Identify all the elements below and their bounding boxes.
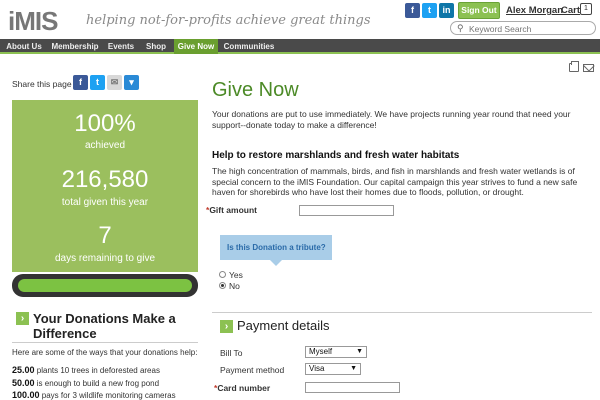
chevron-down-icon: ▼ (356, 348, 363, 355)
share-more-icon[interactable]: ▾ (124, 75, 139, 90)
print-icon[interactable] (569, 61, 579, 72)
difference-heading-text: Your Donations Make a Difference (33, 311, 176, 341)
impact-text: plants 10 trees in deforested areas (36, 366, 160, 375)
user-name-link[interactable]: Alex Morgan (506, 5, 563, 16)
divider (212, 312, 592, 313)
payment-method-select[interactable]: Visa ▼ (305, 363, 361, 375)
days-remaining-label: days remaining to give (54, 253, 156, 264)
tribute-no-label[interactable]: No (229, 281, 240, 291)
logo-text: iMIS (8, 6, 58, 36)
payment-heading: › Payment details (220, 318, 330, 334)
impact-item: 100.00 pays for 3 wildlife monitoring ca… (12, 390, 176, 400)
bill-to-value: Myself (309, 347, 333, 356)
gift-amount-label: *Gift amount (206, 205, 257, 215)
nav-give-now[interactable]: Give Now (174, 39, 218, 54)
keyword-search[interactable]: ⚲ (450, 21, 596, 35)
keyword-search-input[interactable] (469, 23, 589, 34)
site-header: iMIS helping not-for-profits achieve gre… (0, 0, 600, 38)
nav-about-us[interactable]: About Us (2, 39, 46, 54)
chevron-right-icon: › (220, 320, 233, 334)
card-number-input[interactable] (305, 382, 400, 393)
payment-method-value: Visa (309, 364, 325, 373)
tribute-question-callout: Is this Donation a tribute? (220, 235, 332, 266)
divider (12, 342, 198, 343)
nav-events[interactable]: Events (104, 39, 138, 54)
search-icon[interactable]: ⚲ (457, 23, 464, 34)
percent-achieved-label: achieved (84, 140, 126, 151)
site-tagline: helping not-for-profits achieve great th… (86, 13, 371, 28)
cart-icon[interactable]: 1 (580, 3, 592, 15)
campaign-description: The high concentration of mammals, birds… (212, 166, 578, 197)
tribute-no-radio[interactable] (219, 282, 226, 289)
email-page-icon[interactable] (583, 64, 594, 72)
share-facebook-icon[interactable]: f (73, 75, 88, 90)
impact-item: 50.00 is enough to build a new frog pond (12, 378, 159, 388)
sign-out-button[interactable]: Sign Out (458, 2, 500, 19)
tribute-yes-label[interactable]: Yes (229, 270, 243, 280)
impact-amount: 100.00 (12, 390, 40, 400)
goal-progress-fill (18, 279, 192, 292)
difference-heading: › Your Donations Make a Difference (16, 311, 196, 341)
share-email-icon[interactable]: ✉ (107, 75, 122, 90)
impact-text: is enough to build a new frog pond (36, 379, 160, 388)
impact-amount: 25.00 (12, 365, 35, 375)
gift-amount-label-text: Gift amount (209, 205, 258, 215)
campaign-heading: Help to restore marshlands and fresh wat… (212, 150, 460, 161)
nav-shop[interactable]: Shop (140, 39, 172, 54)
card-number-label-text: Card number (217, 383, 271, 393)
nav-membership[interactable]: Membership (48, 39, 102, 54)
cart-link[interactable]: Cart (561, 5, 580, 16)
percent-achieved-value: 100% (74, 110, 136, 137)
card-number-label: *Card number (214, 383, 270, 393)
share-twitter-icon[interactable]: t (90, 75, 105, 90)
impact-text: pays for 3 wildlife monitoring cameras (41, 391, 176, 400)
facebook-icon[interactable]: f (405, 3, 420, 18)
impact-amount: 50.00 (12, 378, 35, 388)
bill-to-select[interactable]: Myself ▼ (305, 346, 367, 358)
bill-to-label: Bill To (220, 348, 243, 358)
twitter-icon[interactable]: t (422, 3, 437, 18)
share-label: Share this page (12, 79, 72, 89)
donation-stats-panel: 100% achieved 216,580 total given this y… (12, 100, 198, 272)
payment-heading-text: Payment details (237, 318, 330, 333)
total-given-value: 216,580 (61, 166, 149, 193)
goal-progress-bar (12, 274, 198, 297)
nav-communities[interactable]: Communities (222, 39, 276, 54)
page-title: Give Now (212, 79, 299, 101)
chevron-right-icon: › (16, 312, 29, 325)
chevron-down-icon: ▼ (350, 365, 357, 372)
main-nav: About Us Membership Events Shop Give Now… (0, 39, 600, 54)
linkedin-icon[interactable]: in (439, 3, 454, 18)
imis-logo[interactable]: iMIS (8, 6, 58, 37)
days-remaining-value: 7 (98, 222, 112, 249)
tribute-question-text: Is this Donation a tribute? (227, 243, 326, 252)
impact-item: 25.00 plants 10 trees in deforested area… (12, 365, 160, 375)
intro-text: Your donations are put to use immediatel… (212, 109, 571, 130)
total-given-label: total given this year (61, 197, 149, 208)
gift-amount-input[interactable] (299, 205, 394, 216)
tribute-yes-radio[interactable] (219, 271, 226, 278)
difference-intro: Here are some of the ways that your dona… (12, 348, 198, 357)
payment-method-label: Payment method (220, 365, 285, 375)
